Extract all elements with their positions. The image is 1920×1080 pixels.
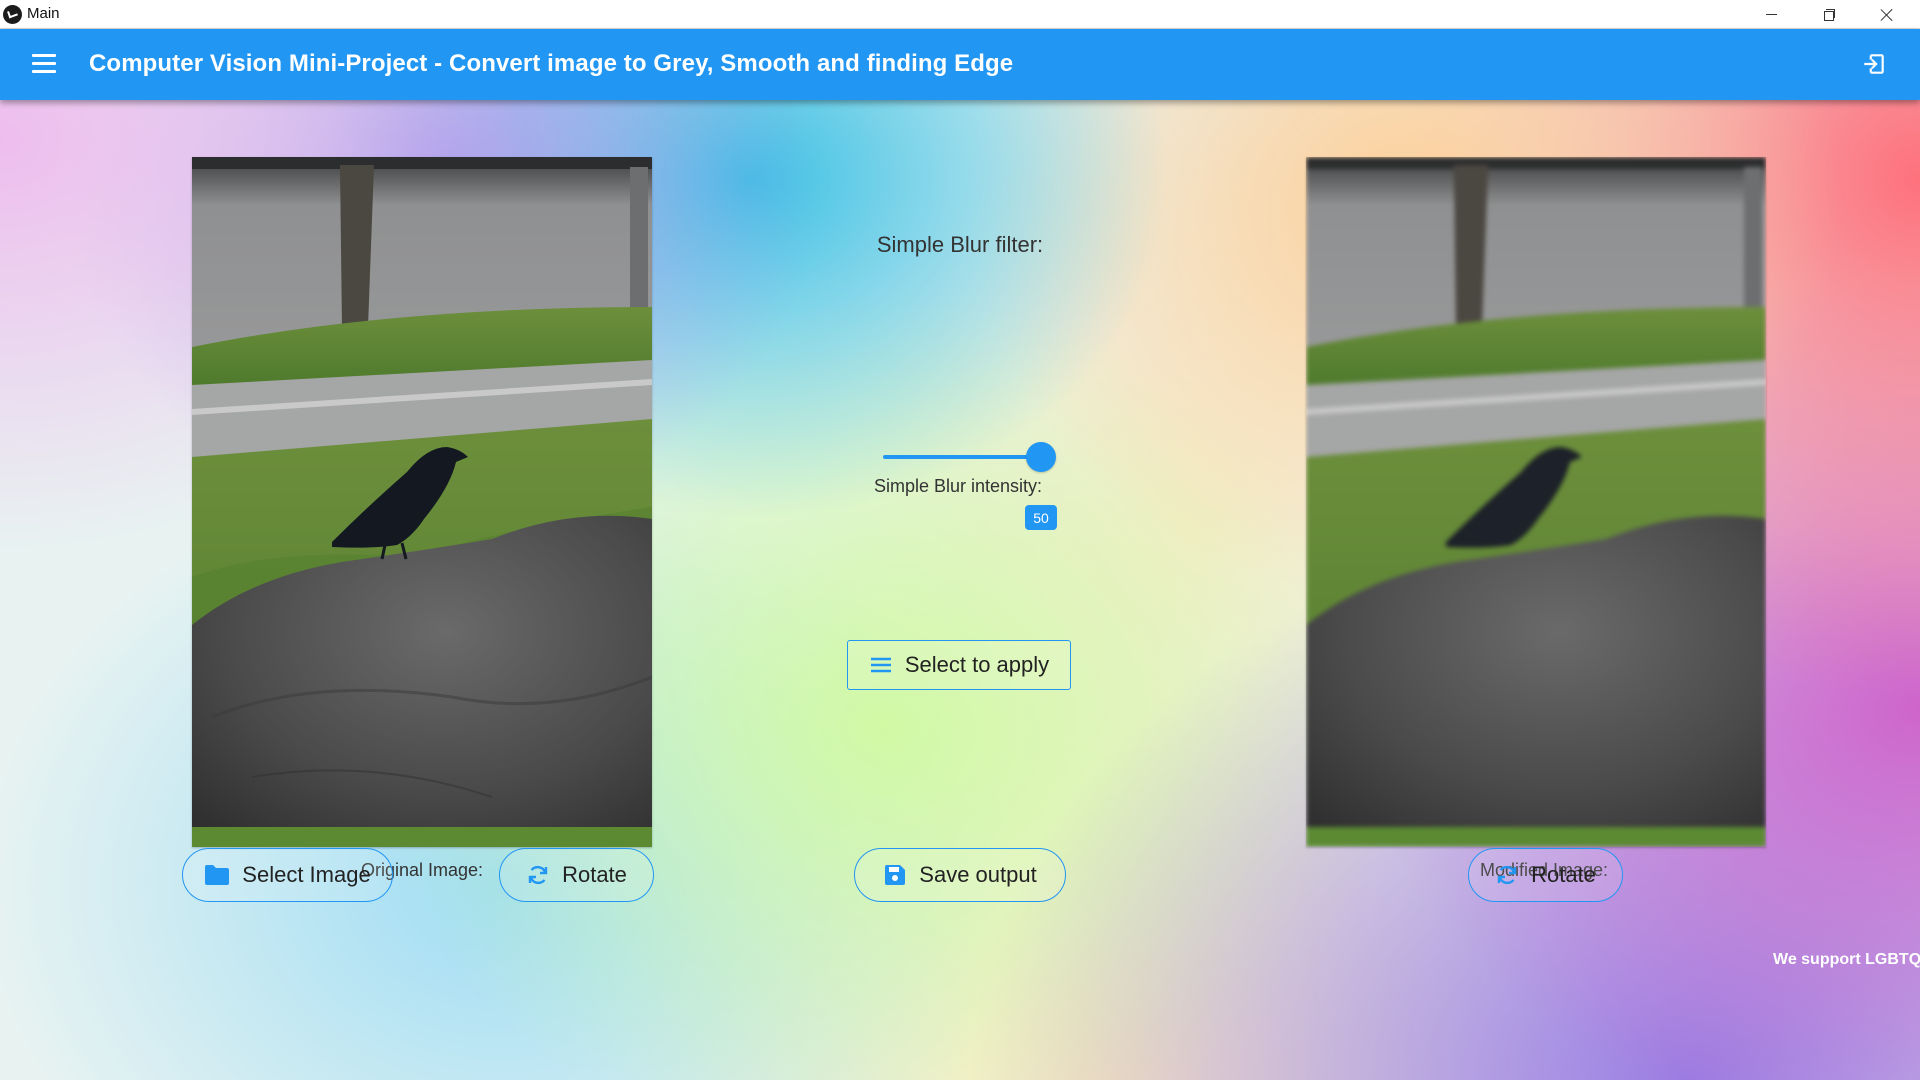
original-image (192, 157, 652, 847)
restore-button[interactable] (1800, 0, 1858, 29)
select-image-button[interactable]: Select Image (182, 848, 393, 902)
rotate-original-button[interactable]: Rotate (499, 848, 654, 902)
window-title: Main (27, 5, 60, 22)
close-window-button[interactable] (1858, 0, 1916, 29)
minimize-icon (1765, 14, 1777, 15)
slider-value-label: 50 (1025, 505, 1057, 530)
select-to-apply-button[interactable]: Select to apply (847, 640, 1071, 690)
rotate-icon (1497, 865, 1517, 885)
minimize-button[interactable] (1742, 0, 1800, 29)
list-icon (870, 657, 891, 673)
filter-label: Simple Blur filter: (876, 232, 1044, 257)
rotate-modified-button[interactable]: Rotate (1468, 848, 1623, 902)
restore-icon (1823, 9, 1835, 21)
folder-icon (205, 865, 230, 885)
rotate-icon (528, 865, 548, 885)
close-icon (1880, 8, 1894, 22)
app-logo-icon (3, 5, 22, 24)
window-title-bar: Main (0, 0, 1920, 29)
select-image-label: Select Image (242, 862, 371, 887)
save-output-button[interactable]: Save output (854, 848, 1066, 902)
select-to-apply-label: Select to apply (904, 652, 1050, 677)
blur-intensity-slider[interactable] (883, 455, 1041, 459)
rotate-modified-label: Rotate (1531, 862, 1596, 887)
content-area: Original Image: Modified Image: Simple B… (0, 100, 1920, 1080)
app-bar: Computer Vision Mini-Project - Convert i… (0, 29, 1920, 100)
lgbtq-support-banner: We support LGBTQ+ (1773, 951, 1920, 968)
floppy-disk-icon (885, 865, 906, 885)
rotate-original-label: Rotate (562, 862, 627, 887)
app-title: Computer Vision Mini-Project - Convert i… (89, 50, 1014, 77)
modified-image (1306, 157, 1766, 847)
save-output-label: Save output (919, 862, 1037, 887)
slider-thumb[interactable] (1026, 442, 1056, 472)
hamburger-menu-icon[interactable] (32, 54, 56, 74)
exit-icon[interactable] (1861, 51, 1887, 77)
intensity-label: Simple Blur intensity: (873, 476, 1043, 496)
